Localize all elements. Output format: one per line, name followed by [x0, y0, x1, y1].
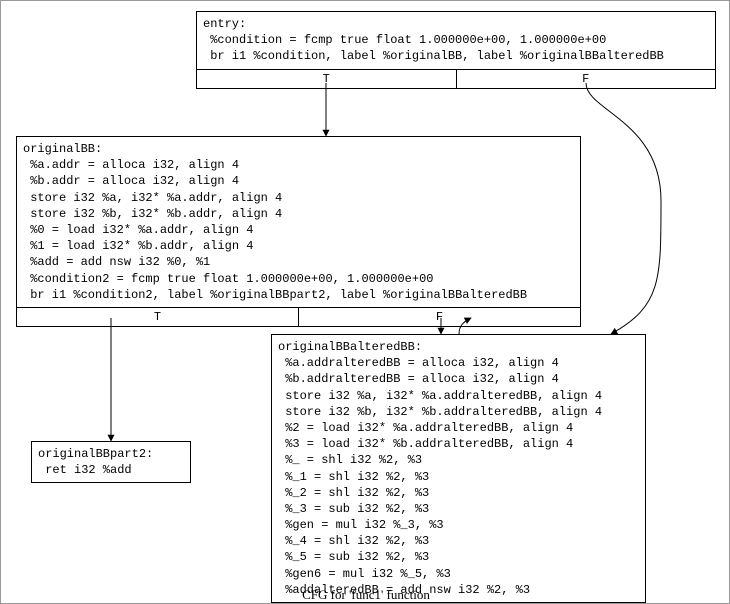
node-originalBB-branches: T F: [17, 307, 580, 326]
node-originalBBalteredBB-line-11: %_4 = shl i32 %2, %3: [278, 534, 429, 548]
originalBB-branch-false: F: [298, 308, 580, 326]
node-originalBB: originalBB: %a.addr = alloca i32, align …: [16, 136, 581, 327]
node-entry-body: entry: %condition = fcmp true float 1.00…: [197, 12, 715, 69]
node-originalBBalteredBB-line-8: %_2 = shl i32 %2, %3: [278, 486, 429, 500]
node-originalBB-line-3: store i32 %b, i32* %b.addr, align 4: [23, 207, 282, 221]
node-originalBB-line-8: br i1 %condition2, label %originalBBpart…: [23, 288, 527, 302]
node-originalBB-line-0: %a.addr = alloca i32, align 4: [23, 158, 239, 172]
node-originalBBalteredBB-line-10: %gen = mul i32 %_3, %3: [278, 518, 444, 532]
node-originalBBalteredBB: originalBBalteredBB: %a.addralteredBB = …: [271, 334, 646, 603]
node-originalBB-line-2: store i32 %a, i32* %a.addr, align 4: [23, 191, 282, 205]
node-originalBBalteredBB-line-1: %b.addralteredBB = alloca i32, align 4: [278, 372, 559, 386]
node-originalBB-label: originalBB:: [23, 142, 102, 156]
node-originalBBalteredBB-line-2: store i32 %a, i32* %a.addralteredBB, ali…: [278, 389, 602, 403]
node-originalBB-line-7: %condition2 = fcmp true float 1.000000e+…: [23, 272, 433, 286]
node-originalBBalteredBB-line-0: %a.addralteredBB = alloca i32, align 4: [278, 356, 559, 370]
node-originalBBalteredBB-line-4: %2 = load i32* %a.addralteredBB, align 4: [278, 421, 573, 435]
node-originalBBalteredBB-label: originalBBalteredBB:: [278, 340, 422, 354]
node-originalBBalteredBB-line-9: %_3 = sub i32 %2, %3: [278, 502, 429, 516]
node-originalBBalteredBB-line-5: %3 = load i32* %b.addralteredBB, align 4: [278, 437, 573, 451]
node-originalBBalteredBB-body: originalBBalteredBB: %a.addralteredBB = …: [272, 335, 645, 602]
node-originalBBalteredBB-line-6: %_ = shl i32 %2, %3: [278, 453, 422, 467]
node-originalBBpart2-line-0: ret i32 %add: [38, 463, 132, 477]
edge-entry-F-to-originalBBalteredBB: [586, 83, 661, 334]
node-originalBBpart2: originalBBpart2: ret i32 %add: [31, 441, 191, 483]
node-originalBBpart2-body: originalBBpart2: ret i32 %add: [32, 442, 190, 482]
node-entry-line-0: %condition = fcmp true float 1.000000e+0…: [203, 33, 606, 47]
node-originalBB-line-4: %0 = load i32* %a.addr, align 4: [23, 223, 253, 237]
originalBB-branch-true: T: [17, 308, 298, 326]
node-entry-line-1: br i1 %condition, label %originalBB, lab…: [203, 49, 664, 63]
node-entry-branches: T F: [197, 69, 715, 88]
node-originalBB-line-1: %b.addr = alloca i32, align 4: [23, 174, 239, 188]
entry-branch-false: F: [456, 70, 716, 88]
node-originalBBpart2-label: originalBBpart2:: [38, 447, 153, 461]
node-originalBBalteredBB-line-7: %_1 = shl i32 %2, %3: [278, 470, 429, 484]
diagram-caption: CFG for 'func1' function: [1, 587, 730, 603]
node-originalBB-body: originalBB: %a.addr = alloca i32, align …: [17, 137, 580, 307]
node-originalBBalteredBB-line-3: store i32 %b, i32* %b.addralteredBB, ali…: [278, 405, 602, 419]
node-originalBBalteredBB-line-12: %_5 = sub i32 %2, %3: [278, 550, 429, 564]
node-originalBB-line-6: %add = add nsw i32 %0, %1: [23, 255, 210, 269]
node-originalBBalteredBB-line-13: %gen6 = mul i32 %_5, %3: [278, 567, 451, 581]
node-entry-label: entry:: [203, 17, 246, 31]
entry-branch-true: T: [197, 70, 456, 88]
cfg-canvas: entry: %condition = fcmp true float 1.00…: [0, 0, 730, 604]
node-originalBB-line-5: %1 = load i32* %b.addr, align 4: [23, 239, 253, 253]
node-entry: entry: %condition = fcmp true float 1.00…: [196, 11, 716, 89]
